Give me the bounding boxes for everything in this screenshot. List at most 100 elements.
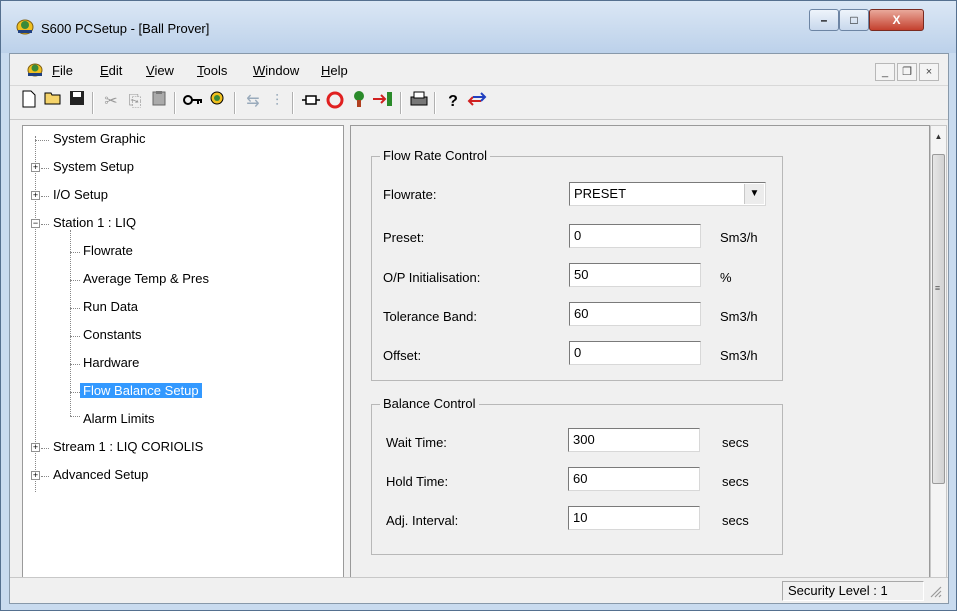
menu-help-accel: H [321,63,331,78]
navigation-tree[interactable]: System Graphic + System Setup + I/O Setu… [22,125,344,598]
upload-icon[interactable] [348,90,370,114]
op-initialisation-unit: % [720,270,732,285]
new-icon[interactable] [18,90,40,114]
s600-app-icon [16,19,34,35]
print-icon[interactable] [408,90,430,114]
tree-item-run-data[interactable]: Run Data [83,299,138,314]
tolerance-band-input[interactable]: 60 [569,302,701,326]
toolbar-separator [234,92,236,114]
document-app-icon[interactable] [26,60,44,78]
minimize-icon: – [820,13,828,27]
minimize-button[interactable]: – [809,9,839,31]
download-icon[interactable] [372,90,394,114]
wait-time-input[interactable]: 300 [568,428,700,452]
expand-icon[interactable]: + [31,163,40,172]
open-icon[interactable] [42,90,64,114]
toolbar-separator [174,92,176,114]
tree-item-flowrate[interactable]: Flowrate [83,243,133,258]
toolbar: ✂ ⎘ ⇆ ⫶ ? [10,86,948,120]
menu-tools-rest: ools [203,63,228,78]
settings-panel: Flow Rate Control Flowrate: PRESET ▼ Pre… [350,125,930,595]
help-icon[interactable]: ? [442,90,464,114]
resize-grip-icon[interactable] [928,584,942,598]
adj-interval-unit: secs [722,513,749,528]
menu-window-accel: W [253,63,266,78]
wait-time-label: Wait Time: [386,435,447,450]
close-button[interactable]: X [869,9,924,31]
tree-item-constants[interactable]: Constants [83,327,142,342]
cut-icon[interactable]: ✂ [100,90,122,114]
menu-help[interactable]: Help [321,63,348,78]
tree-line [41,448,49,449]
tree-item-advanced-setup[interactable]: Advanced Setup [53,467,148,482]
tree-item-hardware[interactable]: Hardware [83,355,139,370]
tree-item-system-graphic[interactable]: System Graphic [53,131,145,146]
mdi-minimize-button[interactable]: _ [875,63,895,81]
preset-label: Preset: [383,230,425,245]
hold-time-unit: secs [722,474,749,489]
flow-rate-control-group: Flow Rate Control Flowrate: PRESET ▼ Pre… [371,148,783,381]
expand-icon[interactable]: + [31,443,40,452]
tree-item-average-temp-pres[interactable]: Average Temp & Pres [83,271,209,286]
connect-icon[interactable]: ⇆ [242,90,264,114]
tree-line [70,230,71,416]
menu-edit[interactable]: Edit [100,63,122,78]
window-title: S600 PCSetup - [Ball Prover] [41,21,210,36]
scroll-thumb[interactable] [932,154,945,484]
offset-label: Offset: [383,348,422,363]
adj-interval-input[interactable]: 10 [568,506,700,530]
title-bar[interactable]: S600 PCSetup - [Ball Prover] – □ X [1,1,956,53]
mdi-close-button[interactable]: × [919,63,939,81]
paste-icon[interactable] [148,90,170,114]
mdi-client: File Edit View Tools Window Help _ ❐ × ✂… [9,53,949,604]
find-icon[interactable] [208,90,230,114]
maximize-icon: □ [850,13,858,27]
transfer-icon[interactable] [466,90,488,114]
hold-time-input[interactable]: 60 [568,467,700,491]
tree-item-station-1[interactable]: Station 1 : LIQ [53,215,136,230]
security-level-status: Security Level : 1 [782,581,924,601]
group-title: Balance Control [380,396,479,411]
tune-icon[interactable]: ⫶ [266,90,288,114]
maximize-button[interactable]: □ [839,9,869,31]
expand-icon[interactable]: + [31,471,40,480]
tree-item-io-setup[interactable]: I/O Setup [53,187,108,202]
menu-tools[interactable]: Tools [197,63,227,78]
tree-line [41,196,49,197]
menu-window-rest: indow [265,63,300,78]
stop-icon[interactable] [324,90,346,114]
copy-icon[interactable]: ⎘ [124,90,146,114]
key-icon[interactable] [182,90,204,114]
menu-edit-accel: E [100,63,109,78]
tree-item-alarm-limits[interactable]: Alarm Limits [83,411,155,426]
menu-view[interactable]: View [146,63,174,78]
tolerance-band-label: Tolerance Band: [383,309,477,324]
op-initialisation-label: O/P Initialisation: [383,270,481,285]
menu-window[interactable]: Window [253,63,299,78]
tree-item-flow-balance-setup[interactable]: Flow Balance Setup [80,383,202,398]
toolbar-separator [400,92,402,114]
tree-item-stream-1[interactable]: Stream 1 : LIQ CORIOLIS [53,439,203,454]
expand-icon[interactable]: + [31,191,40,200]
scroll-up-icon[interactable]: ▲ [931,128,946,145]
chevron-down-icon[interactable]: ▼ [744,184,764,204]
menu-file[interactable]: File [52,63,73,78]
mdi-restore-button[interactable]: ❐ [897,63,917,81]
offset-input[interactable]: 0 [569,341,701,365]
vertical-scrollbar[interactable]: ▲ ≡ ▼ [930,125,947,598]
op-initialisation-input[interactable]: 50 [569,263,701,287]
flowrate-select[interactable]: PRESET ▼ [569,182,766,206]
preset-input[interactable]: 0 [569,224,701,248]
flowrate-value: PRESET [574,186,627,201]
tree-line [70,308,80,309]
menu-file-accel: F [52,63,60,78]
tree-line [41,168,49,169]
tree-line [41,476,49,477]
port-icon[interactable] [300,90,322,114]
toolbar-separator [292,92,294,114]
menu-file-rest: ile [59,63,73,78]
tree-item-system-setup[interactable]: System Setup [53,159,134,174]
save-icon[interactable] [66,90,88,114]
collapse-icon[interactable]: − [31,219,40,228]
flowrate-label: Flowrate: [383,187,437,202]
